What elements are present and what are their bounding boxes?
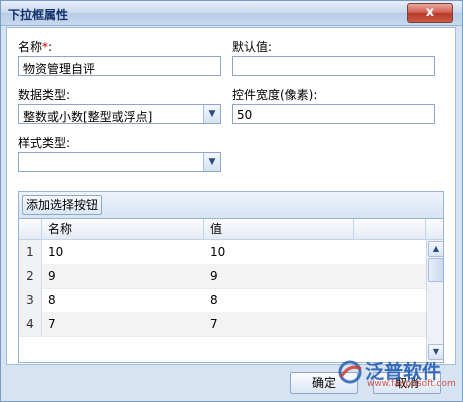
data-type-select[interactable]: 整数或小数[整型或浮点] ▼ (18, 104, 221, 124)
watermark-logo: 泛普软件 www.fanpusoft.com (337, 357, 461, 389)
grid-header: 名称 值 (19, 219, 443, 240)
style-type-label: 样式类型: (18, 136, 71, 150)
option-name-cell[interactable]: 7 (42, 312, 204, 336)
style-type-select[interactable]: ▼ (18, 152, 221, 172)
row-number: 2 (19, 264, 42, 288)
close-icon: x (425, 5, 435, 20)
chevron-down-icon[interactable]: ▼ (203, 153, 220, 171)
row-number: 4 (19, 312, 42, 336)
watermark-url: www.fanpusoft.com (367, 379, 456, 389)
column-header-value[interactable]: 值 (204, 219, 354, 239)
column-header-name[interactable]: 名称 (42, 219, 204, 239)
options-panel: 添加选择按钮 名称 值 1 10 10 2 9 9 3 8 8 4 7 7 ▲ … (18, 191, 444, 363)
row-number: 3 (19, 288, 42, 312)
table-row[interactable]: 4 7 7 (19, 312, 429, 337)
column-header-empty (354, 219, 426, 239)
chevron-down-icon[interactable]: ▼ (203, 105, 220, 123)
option-name-cell[interactable]: 9 (42, 264, 204, 288)
dialog-title: 下拉框属性 (8, 8, 69, 22)
option-name-cell[interactable]: 10 (42, 240, 204, 264)
title-bar[interactable]: 下拉框属性 x (1, 1, 462, 26)
options-grid: 名称 值 1 10 10 2 9 9 3 8 8 4 7 7 ▲ ▼ (19, 219, 443, 362)
options-toolbar: 添加选择按钮 (19, 192, 443, 219)
close-button[interactable]: x (407, 3, 453, 23)
name-field[interactable]: 物资管理自评 (18, 56, 221, 76)
scroll-thumb[interactable] (428, 258, 443, 282)
control-width-field[interactable]: 50 (232, 104, 435, 124)
table-row[interactable]: 2 9 9 (19, 264, 429, 289)
row-number-header (19, 219, 42, 239)
grid-scrollbar[interactable]: ▲ ▼ (426, 240, 443, 361)
option-value-cell[interactable]: 9 (204, 264, 354, 288)
control-width-label: 控件宽度(像素): (232, 88, 318, 102)
option-value-cell[interactable]: 7 (204, 312, 354, 336)
data-type-value: 整数或小数[整型或浮点] (23, 110, 153, 124)
add-option-button[interactable]: 添加选择按钮 (22, 195, 103, 215)
default-value-field[interactable] (232, 56, 435, 76)
data-type-label: 数据类型: (18, 88, 71, 102)
option-value-cell[interactable]: 10 (204, 240, 354, 264)
table-row[interactable]: 3 8 8 (19, 288, 429, 313)
brand-logo-icon (338, 360, 362, 384)
option-name-cell[interactable]: 8 (42, 288, 204, 312)
default-value-label: 默认值: (232, 40, 273, 54)
option-value-cell[interactable]: 8 (204, 288, 354, 312)
dialog-window: 下拉框属性 x 名称*: 物资管理自评 默认值: 数据类型: 整数或小数[整型或… (0, 0, 463, 402)
table-row[interactable]: 1 10 10 (19, 240, 429, 265)
scroll-up-icon[interactable]: ▲ (428, 241, 443, 257)
name-label: 名称*: (18, 40, 53, 54)
row-number: 1 (19, 240, 42, 264)
